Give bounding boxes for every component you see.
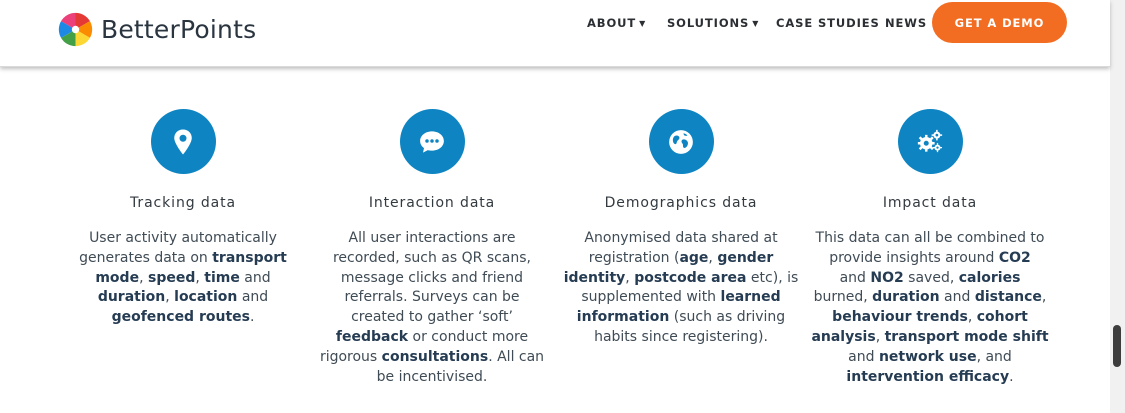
highlighted-term: age [679, 249, 709, 266]
scrollbar-thumb[interactable] [1113, 325, 1121, 367]
interaction-icon-circle [399, 109, 465, 174]
location-pin-icon [174, 129, 192, 154]
feature-demographics-data: Demographics data Anonymised data shared… [551, 109, 811, 348]
get-a-demo-button[interactable]: GET A DEMO [932, 2, 1067, 43]
highlighted-term: information [576, 309, 670, 326]
feature-title: Tracking data [130, 195, 236, 211]
highlighted-term: mode [95, 269, 140, 286]
feature-impact-data: Impact data This data can all be combine… [800, 109, 1060, 387]
impact-icon-circle [897, 109, 963, 174]
feature-description: User activity automatically generates dat… [79, 230, 287, 326]
feature-description: Anonymised data shared at registration (a… [563, 230, 799, 345]
logo[interactable]: BetterPoints [57, 9, 256, 49]
feature-interaction-data: Interaction data All user interactions a… [302, 109, 562, 387]
highlighted-term: CO2 [998, 249, 1031, 266]
logo-text: BetterPoints [101, 14, 257, 44]
nav-about[interactable]: ABOUT ▼ [587, 16, 646, 30]
tracking-icon-circle [150, 109, 216, 174]
highlighted-term: transport [212, 249, 287, 266]
feature-description: This data can all be combined to provide … [811, 230, 1049, 385]
highlighted-term: intervention efficacy [846, 368, 1010, 385]
highlighted-term: behaviour trends [832, 309, 968, 326]
betterpoints-logo-icon [58, 12, 93, 46]
highlighted-term: calories [958, 269, 1021, 286]
feature-title: Impact data [882, 195, 978, 211]
globe-icon [669, 129, 693, 154]
highlighted-term: time [204, 269, 240, 286]
caret-down-icon: ▼ [639, 19, 647, 28]
highlighted-term: duration [872, 289, 940, 306]
highlighted-term: gender [717, 249, 774, 266]
highlighted-term: distance [974, 289, 1042, 306]
highlighted-term: speed [147, 269, 196, 286]
highlighted-term: network use [878, 348, 977, 365]
feature-description: All user interactions are recorded, such … [319, 230, 545, 385]
feature-tracking-data: Tracking data User activity automaticall… [53, 109, 313, 328]
highlighted-term: NO2 [870, 269, 904, 286]
feature-title: Interaction data [368, 195, 496, 211]
nav-case-studies[interactable]: CASE STUDIES [776, 16, 880, 30]
site-header: BetterPoints ABOUT ▼ SOLUTIONS ▼ CASE STUD… [0, 0, 1110, 67]
nav-news[interactable]: NEWS [885, 16, 927, 30]
highlighted-term: identity [563, 269, 626, 286]
caret-down-icon: ▼ [752, 19, 760, 28]
highlighted-term: cohort [976, 309, 1028, 326]
highlighted-term: feedback [335, 328, 409, 345]
feature-title: Demographics data [604, 195, 758, 211]
highlighted-term: duration [97, 289, 166, 306]
chat-bubble-icon [420, 130, 444, 153]
highlighted-term: analysis [811, 328, 876, 345]
highlighted-term: postcode area [634, 269, 747, 286]
highlighted-term: transport mode shift [884, 328, 1049, 345]
demographics-icon-circle [648, 109, 714, 174]
page-scrollbar[interactable] [1110, 0, 1125, 413]
highlighted-term: learned [720, 289, 781, 306]
highlighted-term: location [174, 289, 238, 306]
highlighted-term: geofenced routes [111, 309, 250, 326]
nav-solutions[interactable]: SOLUTIONS ▼ [667, 16, 759, 30]
highlighted-term: consultations [381, 348, 489, 365]
gears-icon [917, 129, 943, 152]
